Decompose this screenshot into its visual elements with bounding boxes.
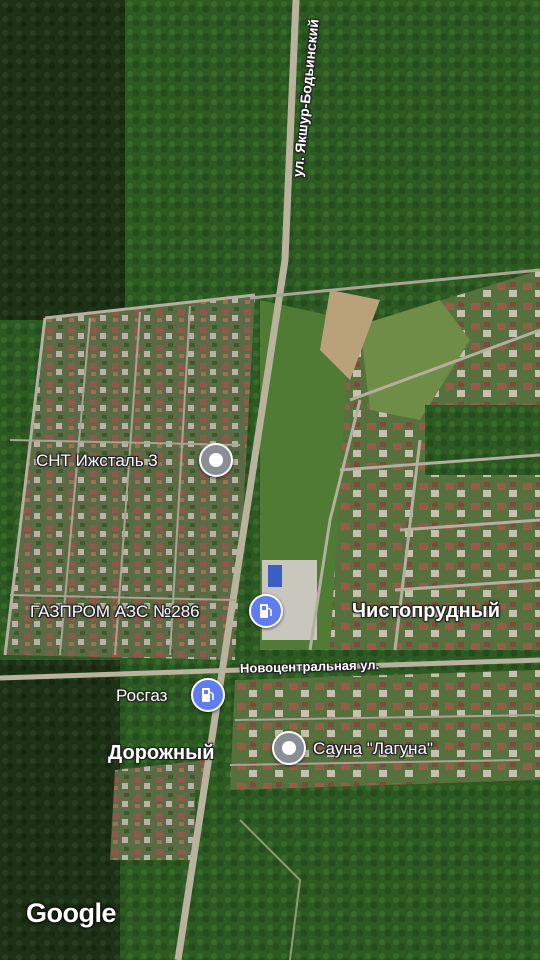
poi-label-sauna[interactable]: Сауна "Лагуна" [313, 739, 433, 759]
map-view[interactable]: ул. Якшур-Бодьинский Новоцентральная ул.… [0, 0, 540, 960]
poi-label-rosgaz[interactable]: Росгаз [116, 686, 167, 706]
place-pin-icon[interactable] [272, 731, 306, 765]
place-pin-icon[interactable] [199, 443, 233, 477]
satellite-imagery [0, 0, 540, 960]
poi-label-snt[interactable]: СНТ Ижсталь 3 [36, 451, 158, 471]
fuel-station-icon[interactable] [191, 678, 225, 712]
poi-label-gazprom[interactable]: ГАЗПРОМ АЗС №286 [30, 602, 200, 622]
place-label-dorozhny: Дорожный [108, 742, 215, 764]
place-label-chistoprudny: Чистопрудный [352, 600, 501, 622]
fuel-station-icon[interactable] [249, 594, 283, 628]
google-logo: Google [26, 898, 117, 928]
